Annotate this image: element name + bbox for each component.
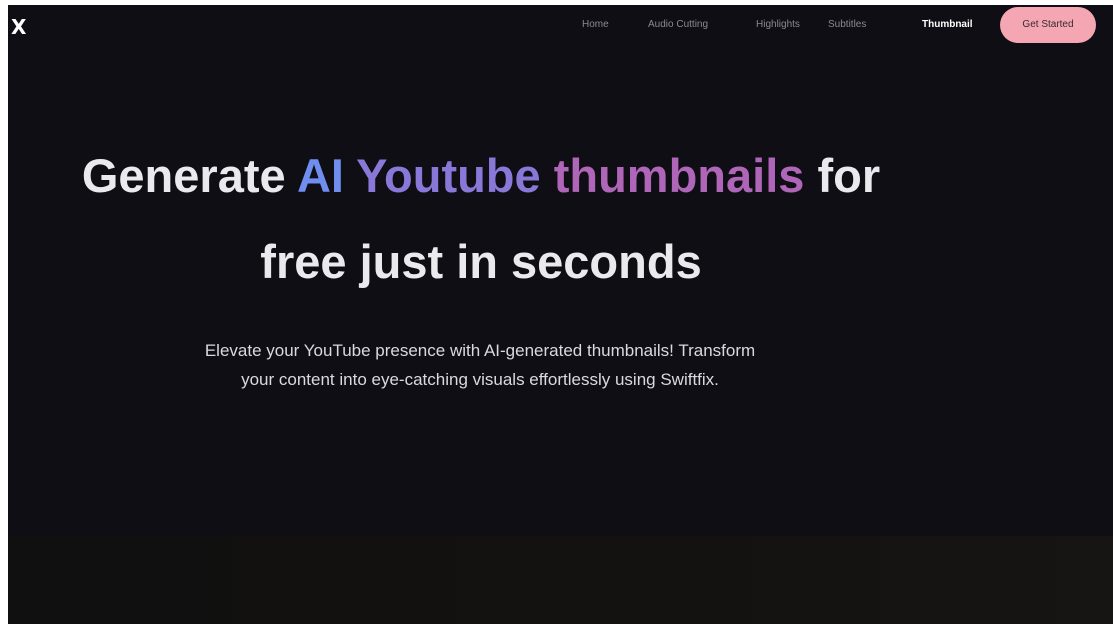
headline-line-1: Generate AI Youtube thumbnails for — [8, 133, 954, 219]
nav-item-highlights[interactable]: Highlights — [756, 19, 800, 31]
subtitle-line-2: your content into eye-catching visuals e… — [241, 370, 719, 389]
nav-item-audio-cutting[interactable]: Audio Cutting — [648, 19, 708, 31]
headline-accent-ai: AI — [296, 149, 344, 202]
get-started-button[interactable]: Get Started — [1000, 7, 1096, 43]
headline-accent-thumbnails: thumbnails — [553, 149, 805, 202]
nav-item-thumbnail[interactable]: Thumbnail — [922, 19, 973, 31]
nav-item-home[interactable]: Home — [582, 19, 609, 31]
headline-text-for: for — [804, 149, 881, 202]
headline-accent-youtube: Youtube — [356, 149, 541, 202]
top-nav: Home Audio Cutting Highlights Subtitles … — [8, 5, 1113, 45]
nav-item-subtitles[interactable]: Subtitles — [828, 19, 866, 31]
page-frame: X Home Audio Cutting Highlights Subtitle… — [8, 5, 1113, 624]
hero-headline: Generate AI Youtube thumbnails for free … — [8, 133, 954, 305]
subtitle-line-1: Elevate your YouTube presence with AI-ge… — [204, 341, 756, 360]
hero-subtitle: Elevate your YouTube presence with AI-ge… — [128, 336, 832, 394]
headline-line-2: free just in seconds — [260, 235, 702, 288]
next-section-band — [8, 536, 1113, 624]
headline-text-generate: Generate — [81, 149, 297, 202]
